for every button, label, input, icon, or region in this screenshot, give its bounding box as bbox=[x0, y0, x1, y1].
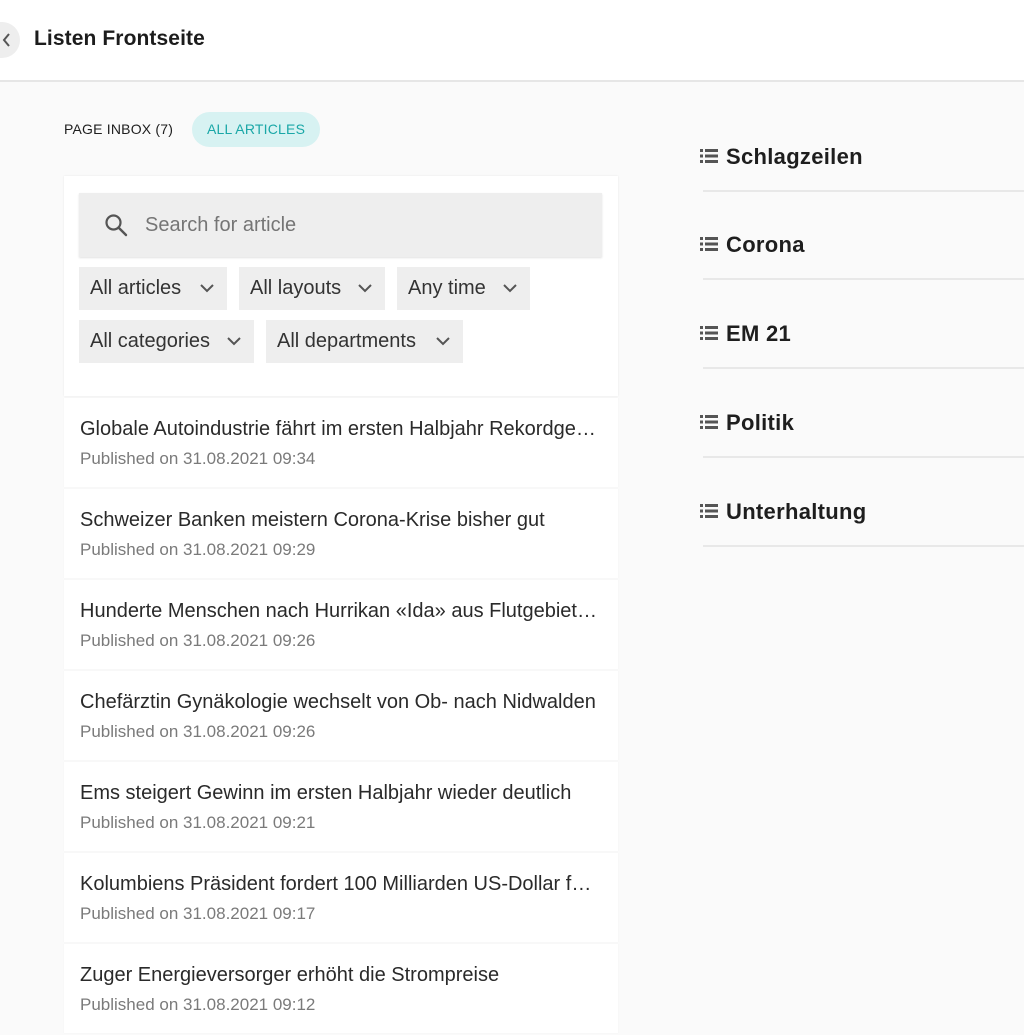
article-item[interactable]: Hunderte Menschen nach Hurrikan «Ida» au… bbox=[64, 580, 618, 669]
article-list: Globale Autoindustrie fährt im ersten Ha… bbox=[64, 398, 618, 1035]
article-published: Published on 31.08.2021 09:26 bbox=[80, 631, 316, 650]
article-title: Kolumbiens Präsident fordert 100 Milliar… bbox=[80, 873, 602, 895]
section-corona[interactable]: Corona bbox=[700, 232, 1024, 326]
article-item[interactable]: Ems steigert Gewinn im ersten Halbjahr w… bbox=[64, 762, 618, 851]
filter-categories[interactable]: All categories bbox=[79, 320, 254, 363]
back-button[interactable] bbox=[0, 22, 20, 58]
list-icon bbox=[700, 149, 718, 163]
article-published: Published on 31.08.2021 09:12 bbox=[80, 995, 316, 1014]
article-title: Chefärztin Gynäkologie wechselt von Ob- … bbox=[80, 691, 596, 713]
search-input[interactable] bbox=[145, 207, 585, 243]
article-item[interactable]: Chefärztin Gynäkologie wechselt von Ob- … bbox=[64, 671, 618, 760]
filter-time-label: Any time bbox=[408, 277, 486, 299]
filter-departments[interactable]: All departments bbox=[266, 320, 463, 363]
article-title: Zuger Energieversorger erhöht die Stromp… bbox=[80, 964, 500, 986]
filter-articles-label: All articles bbox=[90, 277, 182, 299]
tab-page-inbox[interactable]: PAGE INBOX (7) bbox=[64, 121, 173, 137]
section-label: Politik bbox=[726, 410, 795, 435]
article-item[interactable]: Schweizer Banken meistern Corona-Krise b… bbox=[64, 489, 618, 578]
chevron-down-icon bbox=[227, 337, 241, 346]
filter-layouts-label: All layouts bbox=[250, 277, 342, 299]
divider bbox=[703, 545, 1024, 547]
list-icon bbox=[700, 326, 718, 340]
list-icon bbox=[700, 237, 718, 251]
section-label: Corona bbox=[726, 232, 805, 257]
chevron-down-icon bbox=[436, 337, 450, 346]
section-unterhaltung[interactable]: Unterhaltung bbox=[700, 499, 1024, 593]
section-label: Schlagzeilen bbox=[726, 144, 863, 169]
article-title: Globale Autoindustrie fährt im ersten Ha… bbox=[80, 418, 602, 440]
filter-panel: All articles All layouts Any time All ca… bbox=[64, 176, 618, 396]
article-published: Published on 31.08.2021 09:26 bbox=[80, 722, 316, 741]
list-icon bbox=[700, 415, 718, 429]
search-icon bbox=[105, 214, 128, 237]
article-published: Published on 31.08.2021 09:17 bbox=[80, 904, 316, 923]
search-box[interactable] bbox=[79, 193, 602, 257]
section-schlagzeilen[interactable]: Schlagzeilen bbox=[700, 144, 1024, 238]
divider bbox=[703, 278, 1024, 280]
divider bbox=[703, 456, 1024, 458]
article-item[interactable]: Kolumbiens Präsident fordert 100 Milliar… bbox=[64, 853, 618, 942]
section-em21[interactable]: EM 21 bbox=[700, 321, 1024, 415]
list-icon bbox=[700, 504, 718, 518]
article-title: Schweizer Banken meistern Corona-Krise b… bbox=[80, 509, 545, 531]
filter-time[interactable]: Any time bbox=[397, 267, 530, 310]
section-label: Unterhaltung bbox=[726, 499, 867, 524]
section-politik[interactable]: Politik bbox=[700, 410, 1024, 504]
chevron-down-icon bbox=[503, 284, 517, 293]
article-title: Hunderte Menschen nach Hurrikan «Ida» au… bbox=[80, 600, 602, 622]
top-bar: Listen Frontseite bbox=[0, 0, 1024, 82]
article-title: Ems steigert Gewinn im ersten Halbjahr w… bbox=[80, 782, 572, 804]
filter-departments-label: All departments bbox=[277, 330, 416, 352]
article-published: Published on 31.08.2021 09:21 bbox=[80, 813, 316, 832]
article-item[interactable]: Zuger Energieversorger erhöht die Stromp… bbox=[64, 944, 618, 1033]
divider bbox=[703, 190, 1024, 192]
filter-articles[interactable]: All articles bbox=[79, 267, 227, 310]
filter-layouts[interactable]: All layouts bbox=[239, 267, 385, 310]
filter-categories-label: All categories bbox=[90, 330, 211, 352]
tab-all-articles[interactable]: ALL ARTICLES bbox=[192, 112, 321, 147]
chevron-left-icon bbox=[2, 33, 10, 47]
section-label: EM 21 bbox=[726, 321, 792, 346]
article-published: Published on 31.08.2021 09:34 bbox=[80, 449, 316, 468]
page-title: Listen Frontseite bbox=[34, 27, 205, 50]
article-item[interactable]: Globale Autoindustrie fährt im ersten Ha… bbox=[64, 398, 618, 487]
divider bbox=[703, 367, 1024, 369]
chevron-down-icon bbox=[200, 284, 214, 293]
chevron-down-icon bbox=[358, 284, 372, 293]
article-published: Published on 31.08.2021 09:29 bbox=[80, 540, 316, 559]
